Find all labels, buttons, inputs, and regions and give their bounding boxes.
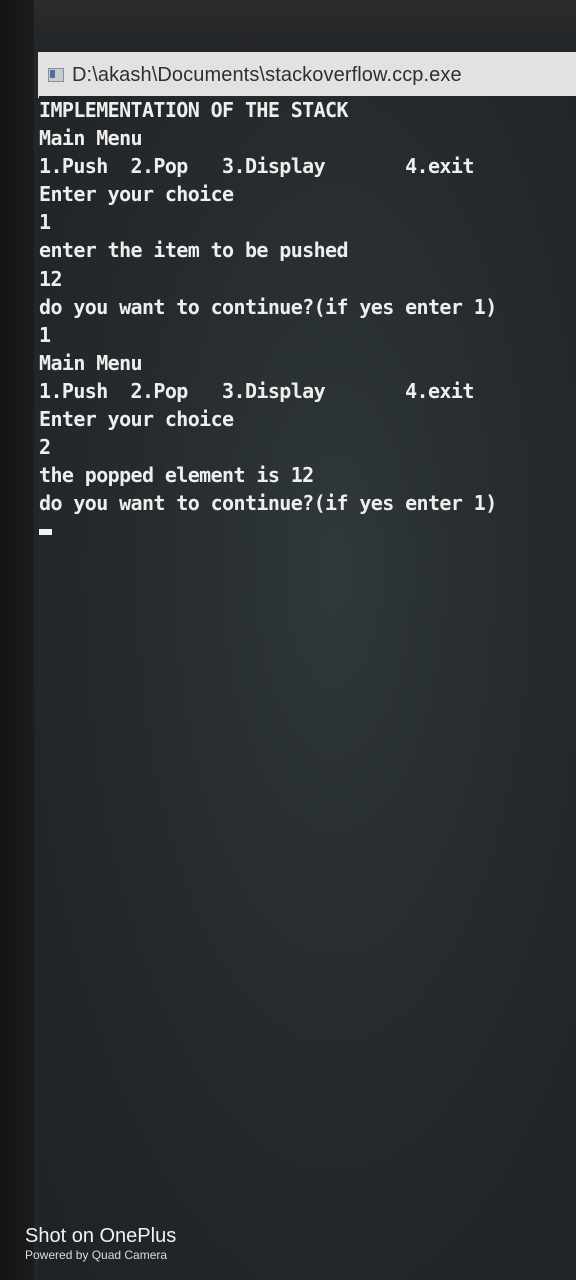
console-lines: IMPLEMENTATION OF THE STACK Main Menu 1.… xyxy=(39,96,576,536)
console-line: 12 xyxy=(39,266,62,291)
console-line: 2 xyxy=(39,435,51,460)
console-line: IMPLEMENTATION OF THE STACK xyxy=(39,98,349,122)
monitor-bezel-left xyxy=(0,0,34,1280)
console-line: Enter your choice xyxy=(39,407,234,432)
text-cursor xyxy=(39,529,576,536)
console-line: the popped element is 12 xyxy=(39,463,314,488)
console-output-area[interactable]: IMPLEMENTATION OF THE STACK Main Menu 1.… xyxy=(39,96,576,1280)
console-line: do you want to continue?(if yes enter 1) xyxy=(39,491,497,516)
console-line: enter the item to be pushed xyxy=(39,238,349,263)
console-line: 1.Push 2.Pop 3.Display 4.exit xyxy=(39,378,474,403)
console-app-icon xyxy=(48,68,64,82)
console-line: Main Menu xyxy=(39,126,143,151)
window-title: D:\akash\Documents\stackoverflow.ccp.exe xyxy=(72,63,462,86)
watermark-main: Shot on OnePlus xyxy=(25,1225,177,1247)
console-line: Main Menu xyxy=(39,350,143,375)
console-line: 1 xyxy=(39,210,51,235)
watermark-sub: Powered by Quad Camera xyxy=(25,1248,168,1262)
console-line: 1.Push 2.Pop 3.Display 4.exit xyxy=(39,154,474,179)
console-line: do you want to continue?(if yes enter 1) xyxy=(39,294,497,319)
monitor-screen: D:\akash\Documents\stackoverflow.ccp.exe… xyxy=(34,44,576,1280)
camera-watermark: Shot on OnePlus Powered by Quad Camera xyxy=(25,1224,176,1262)
console-line: Enter your choice xyxy=(39,182,234,207)
window-titlebar[interactable]: D:\akash\Documents\stackoverflow.ccp.exe xyxy=(38,52,576,98)
monitor-bezel-top xyxy=(0,0,576,50)
console-line: 1 xyxy=(39,322,51,347)
